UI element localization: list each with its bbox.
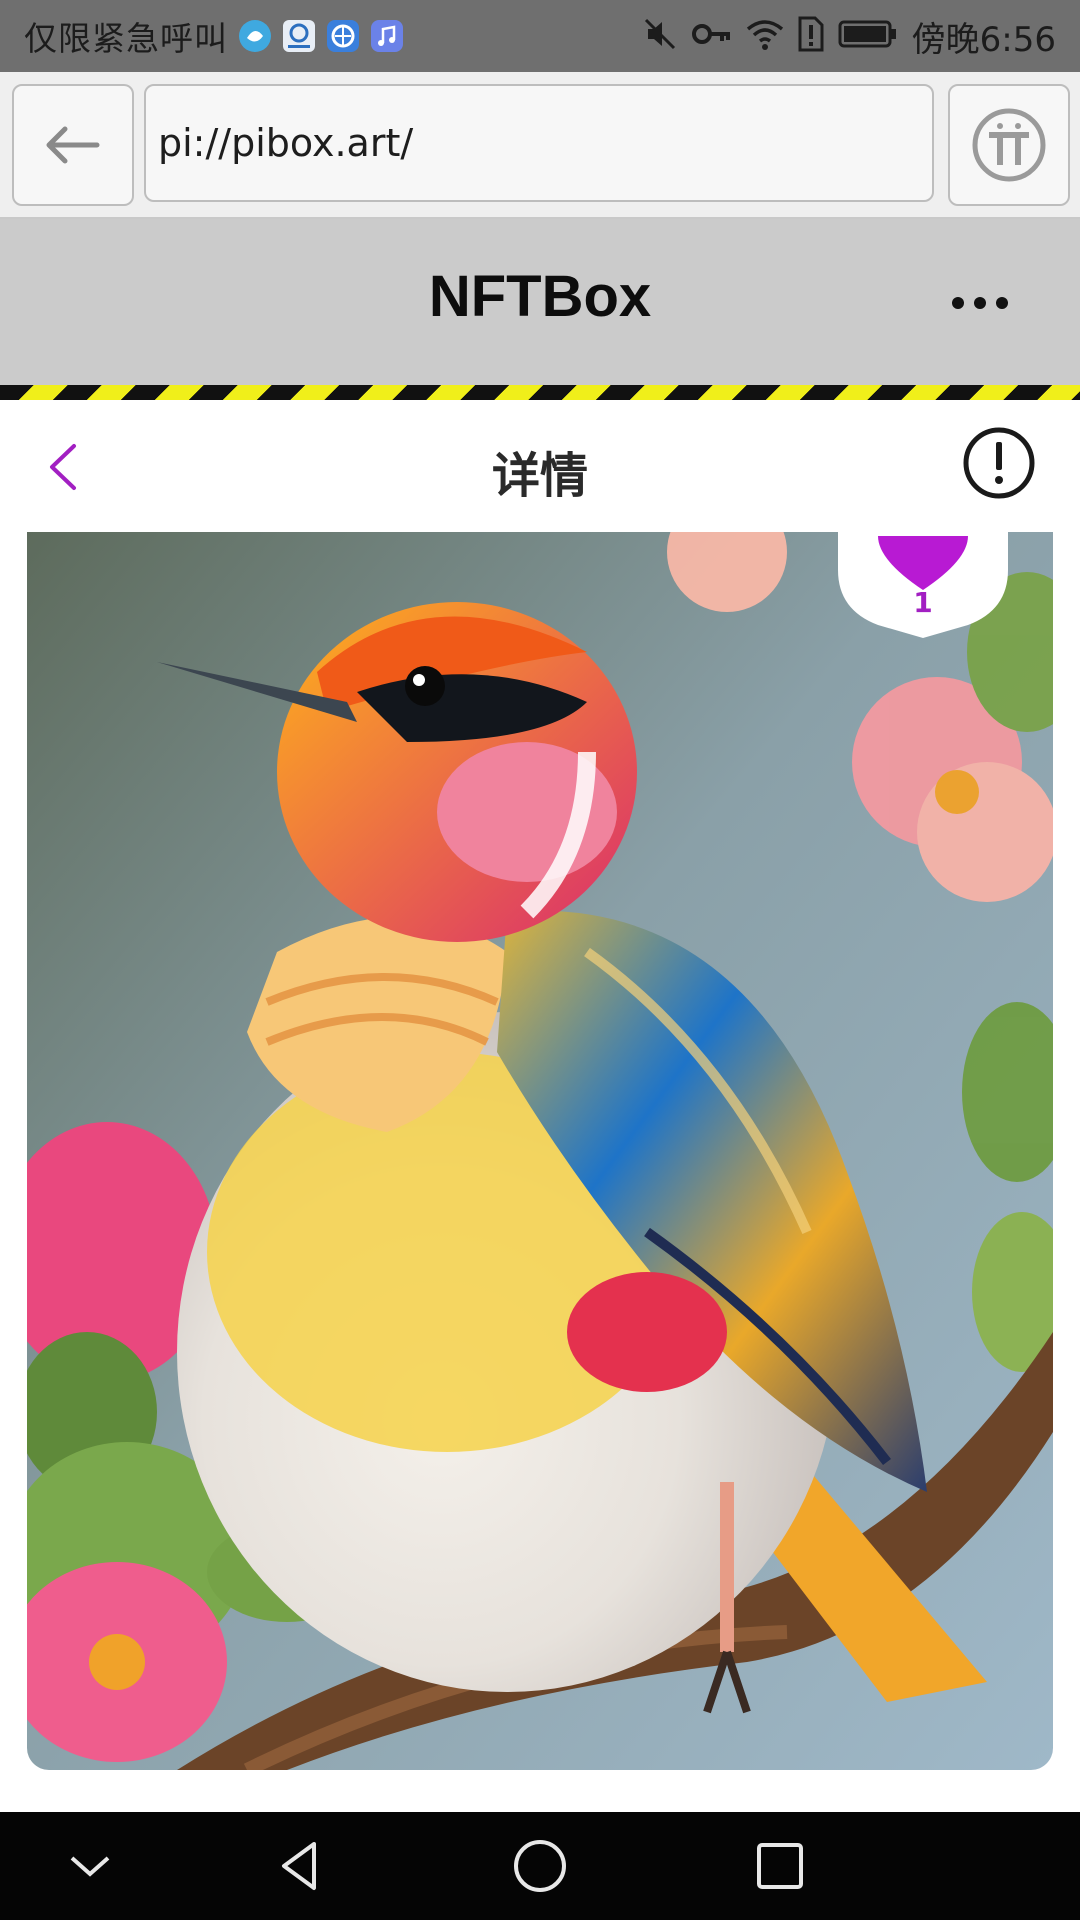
status-bar: 仅限紧急呼叫 傍晚6:56 — [0, 0, 1080, 72]
info-circle-icon[interactable] — [962, 426, 1036, 500]
nft-image[interactable] — [27, 532, 1053, 1770]
browser-icon — [326, 19, 360, 53]
app-icon — [282, 19, 316, 53]
browser-toolbar: pi://pibox.art/ — [0, 72, 1080, 219]
detail-header: 详情 — [0, 400, 1080, 530]
battery-icon — [838, 19, 898, 53]
status-left: 仅限紧急呼叫 — [24, 0, 404, 72]
like-count: 1 — [913, 586, 933, 619]
app-header: NFTBox — [0, 219, 1080, 385]
music-icon — [370, 19, 404, 53]
system-nav-bar — [0, 1812, 1080, 1920]
mute-icon — [642, 16, 678, 56]
wifi-icon — [746, 17, 784, 55]
url-text: pi://pibox.art/ — [158, 121, 414, 165]
home-circle-icon[interactable] — [510, 1836, 570, 1896]
like-badge[interactable] — [838, 530, 1008, 638]
carrier-text: 仅限紧急呼叫 — [24, 19, 228, 58]
pi-logo-icon — [972, 108, 1046, 182]
sim-alert-icon — [798, 16, 824, 56]
pi-browser-button[interactable] — [948, 84, 1070, 206]
status-right: 傍晚6:56 — [642, 0, 1056, 72]
more-dots-icon[interactable] — [950, 293, 1010, 313]
recents-square-icon[interactable] — [750, 1836, 810, 1896]
app-title: NFTBox — [428, 264, 652, 329]
browser-back-button[interactable] — [12, 84, 134, 206]
weibo-icon — [238, 19, 272, 53]
back-triangle-icon[interactable] — [270, 1836, 330, 1896]
url-field[interactable]: pi://pibox.art/ — [144, 84, 934, 202]
chevron-down-icon[interactable] — [60, 1836, 120, 1896]
arrow-left-icon — [46, 126, 100, 164]
clock: 傍晚6:56 — [911, 19, 1056, 60]
page-title: 详情 — [491, 448, 588, 504]
key-icon — [691, 19, 732, 53]
hazard-stripe-divider — [0, 385, 1080, 400]
